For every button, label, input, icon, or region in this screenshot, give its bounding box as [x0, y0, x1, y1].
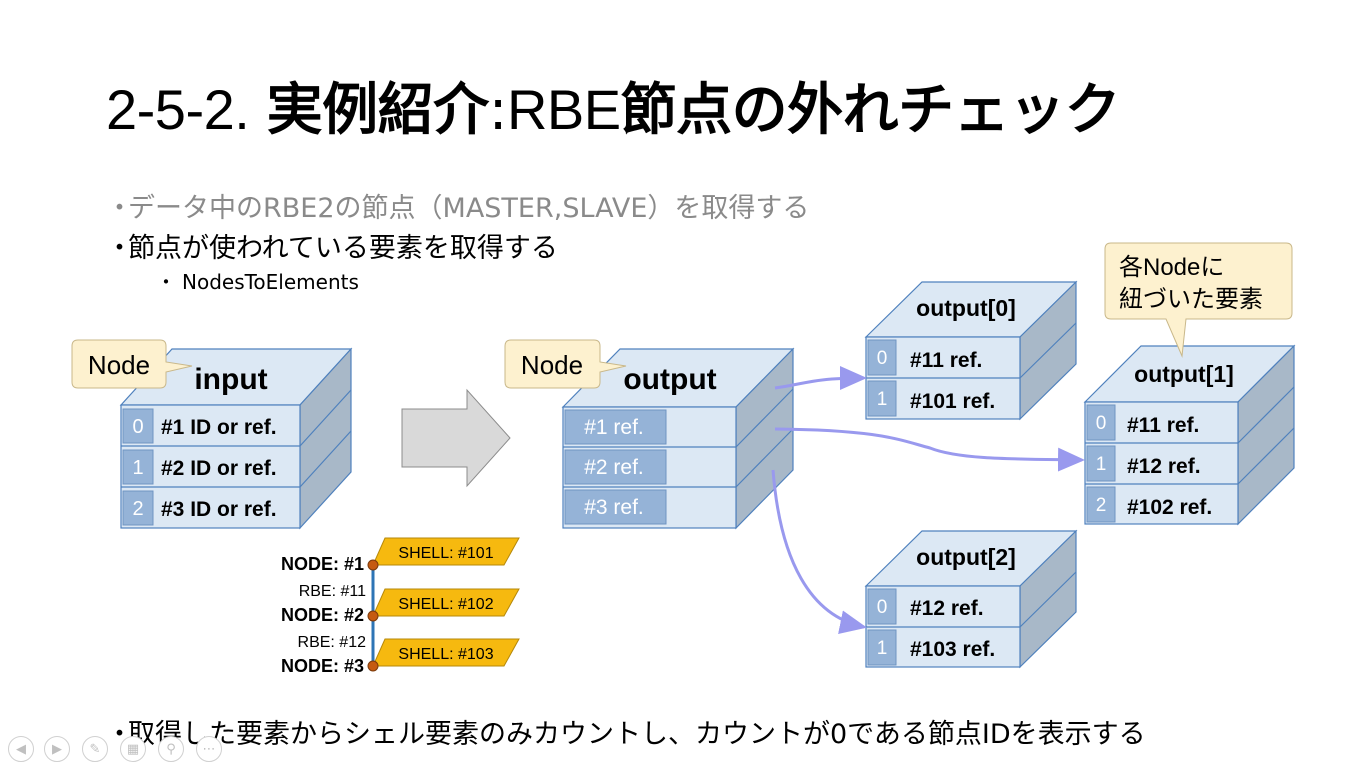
shell-103-label: SHELL: #103 — [398, 646, 493, 663]
output1-idx-0: 0 — [1096, 413, 1107, 434]
input-idx-2: 2 — [132, 498, 143, 520]
output0-row-0: #11 ref. — [910, 349, 982, 372]
output2-idx-0: 0 — [877, 597, 888, 618]
next-icon[interactable]: ▶ — [44, 736, 70, 762]
callout-node-output-text: Node — [521, 350, 583, 380]
shell-102-label: SHELL: #102 — [398, 596, 493, 613]
output1-idx-1: 1 — [1096, 454, 1107, 475]
output1-cube: output[1] 0 1 2 #11 ref. #12 ref. #102 r… — [1083, 344, 1296, 526]
input-idx-0: 0 — [132, 416, 143, 438]
zoom-icon[interactable]: ⚲ — [158, 736, 184, 762]
output1-row-1: #12 ref. — [1127, 455, 1201, 478]
input-idx-1: 1 — [132, 457, 143, 479]
input-row-0: #1 ID or ref. — [161, 416, 277, 439]
callout-each-line1: 各Nodeに — [1119, 254, 1224, 281]
output1-idx-2: 2 — [1096, 495, 1107, 516]
callout-each-node: 各Nodeに 紐づいた要素 — [1104, 242, 1293, 358]
output1-row-2: #102 ref. — [1127, 496, 1212, 519]
prev-icon[interactable]: ◀ — [8, 736, 34, 762]
diagram: input 0 1 2 #1 ID or ref. #2 ID or ref. … — [71, 242, 1296, 676]
input-row-2: #3 ID or ref. — [161, 498, 277, 521]
input-title: input — [194, 363, 267, 396]
node-3-label: NODE: #3 — [281, 656, 364, 676]
node-1-label: NODE: #1 — [281, 554, 364, 574]
connector-output-to-output1 — [774, 427, 1085, 472]
output1-row-0: #11 ref. — [1127, 414, 1199, 437]
output2-title: output[2] — [916, 544, 1016, 570]
output0-cube: output[0] 0 1 #11 ref. #101 ref. — [864, 280, 1078, 421]
pen-icon[interactable]: ✎ — [82, 736, 108, 762]
output-row-1: #2 ref. — [584, 456, 644, 479]
slides-icon[interactable]: ▦ — [120, 736, 146, 762]
node-2-label: NODE: #2 — [281, 605, 364, 625]
input-row-1: #2 ID or ref. — [161, 457, 277, 480]
node-1-dot — [367, 559, 379, 571]
callout-each-line2: 紐づいた要素 — [1119, 286, 1263, 313]
output0-row-1: #101 ref. — [910, 390, 995, 413]
rbe-12-label: RBE: #12 — [298, 634, 367, 651]
more-icon[interactable]: ⋯ — [196, 736, 222, 762]
connector-output-to-output2 — [771, 469, 867, 634]
big-arrow-shape — [401, 388, 511, 488]
rbe-11-label: RBE: #11 — [299, 583, 366, 600]
output2-cube: output[2] 0 1 #12 ref. #103 ref. — [864, 529, 1078, 669]
output2-row-1: #103 ref. — [910, 638, 995, 661]
output-title: output — [623, 363, 716, 396]
output0-idx-1: 1 — [877, 389, 888, 410]
output2-row-0: #12 ref. — [910, 597, 984, 620]
output0-idx-0: 0 — [877, 348, 888, 369]
model-sketch: SHELL: #101 SHELL: #102 SHELL: #103 NODE… — [281, 537, 520, 676]
output1-title: output[1] — [1134, 361, 1234, 387]
node-3-dot — [367, 660, 379, 672]
output0-title: output[0] — [916, 295, 1016, 321]
shell-101-label: SHELL: #101 — [398, 545, 493, 562]
callout-node-input-text: Node — [88, 350, 150, 380]
node-2-dot — [367, 610, 379, 622]
output-row-0: #1 ref. — [584, 416, 644, 439]
output2-idx-1: 1 — [877, 638, 888, 659]
output-row-2: #3 ref. — [584, 496, 644, 519]
